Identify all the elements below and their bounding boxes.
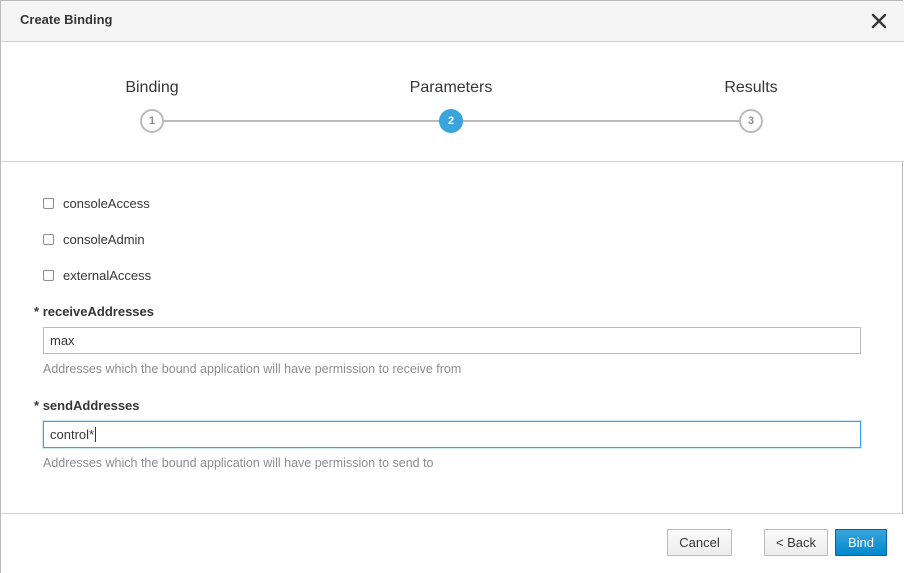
receive-addresses-value: max [50,333,75,348]
wizard-step-binding-number[interactable]: 1 [140,109,164,133]
wizard-steps: Binding 1 Parameters 2 Results 3 [1,42,904,162]
wizard-step-parameters-label[interactable]: Parameters [410,79,493,97]
receive-addresses-help: Addresses which the bound application wi… [43,362,462,376]
send-addresses-value: control* [50,427,95,442]
bind-button[interactable]: Bind [835,529,887,556]
dialog-header: Create Binding [1,1,904,42]
dialog-footer: Cancel < Back Bind [1,513,904,573]
send-addresses-input[interactable]: control* [43,421,861,448]
close-icon [871,13,887,29]
console-access-option[interactable]: consoleAccess [43,196,150,211]
receive-addresses-label: * receiveAddresses [34,304,154,319]
external-access-checkbox[interactable] [43,270,54,281]
console-admin-checkbox[interactable] [43,234,54,245]
wizard-step-parameters-number[interactable]: 2 [439,109,463,133]
text-caret [95,427,97,442]
console-access-label[interactable]: consoleAccess [63,196,150,211]
send-addresses-label: * sendAddresses [34,398,140,413]
console-access-checkbox[interactable] [43,198,54,209]
receive-addresses-label-text: receiveAddresses [42,304,154,319]
console-admin-option[interactable]: consoleAdmin [43,232,145,247]
required-marker: * [34,304,40,319]
console-admin-label[interactable]: consoleAdmin [63,232,145,247]
create-binding-dialog: Create Binding Binding 1 Parameters 2 Re… [0,0,904,573]
send-addresses-help: Addresses which the bound application wi… [43,456,434,470]
receive-addresses-input[interactable]: max [43,327,861,354]
wizard-step-binding-label[interactable]: Binding [125,79,178,97]
external-access-label[interactable]: externalAccess [63,268,151,283]
wizard-step-results-number[interactable]: 3 [739,109,763,133]
parameters-form: consoleAccess consoleAdmin externalAcces… [1,163,904,513]
close-button[interactable] [870,12,888,30]
send-addresses-label-text: sendAddresses [42,398,140,413]
back-button[interactable]: < Back [764,529,828,556]
cancel-button[interactable]: Cancel [667,529,732,556]
dialog-title: Create Binding [20,12,113,27]
external-access-option[interactable]: externalAccess [43,268,151,283]
wizard-step-results-label[interactable]: Results [724,79,777,97]
required-marker: * [34,398,40,413]
